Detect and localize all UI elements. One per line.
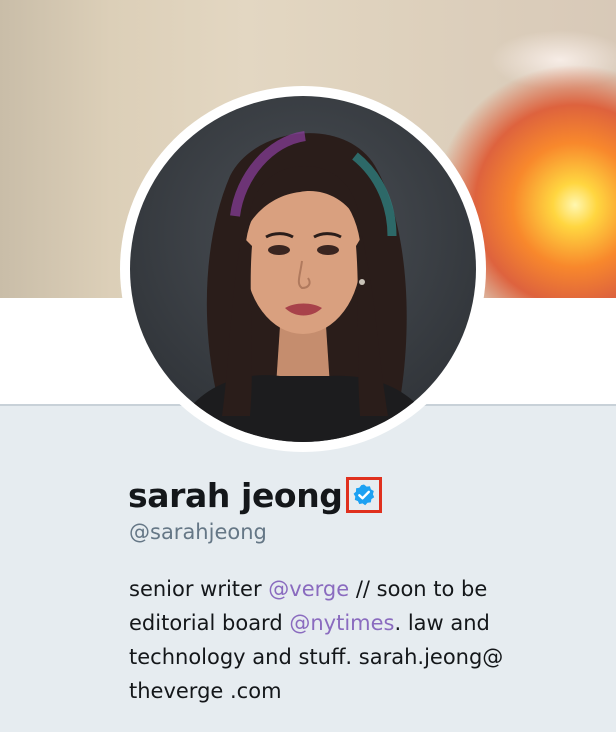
bio-line-3: technology and stuff. sarah.jeong@	[129, 645, 504, 669]
avatar[interactable]	[130, 96, 476, 442]
verified-badge-icon	[353, 484, 374, 506]
bio-text: . law and	[394, 611, 490, 635]
bio-text: // soon to be	[349, 577, 488, 601]
profile-bio: senior writer @verge // soon to be edito…	[129, 572, 549, 708]
profile-handle[interactable]: @sarahjeong	[129, 520, 267, 544]
avatar-photo-illustration	[170, 131, 440, 442]
bio-text: senior writer	[129, 577, 269, 601]
mention-link-nytimes[interactable]: @nytimes	[289, 611, 394, 635]
verified-badge-highlight[interactable]	[345, 477, 382, 513]
bio-line-1: senior writer @verge // soon to be	[129, 572, 549, 606]
bio-line-4: theverge .com	[129, 679, 282, 703]
bio-text: editorial board	[129, 611, 290, 635]
profile-name[interactable]: sarah jeong	[128, 476, 343, 515]
mention-link-verge[interactable]: @verge	[268, 577, 349, 601]
bio-line-2: editorial board @nytimes. law and	[129, 606, 549, 640]
name-row: sarah jeong	[128, 470, 382, 520]
